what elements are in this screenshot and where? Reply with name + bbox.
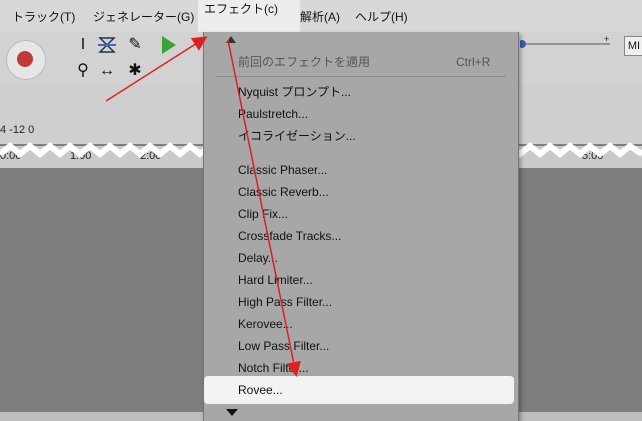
menu-item-low-pass-filter[interactable]: Low Pass Filter...: [238, 336, 329, 356]
menu-item-kerovee[interactable]: Kerovee...: [238, 314, 293, 334]
menu-item-equalization[interactable]: イコライゼーション...: [238, 126, 356, 146]
draw-tool-icon[interactable]: ✎: [124, 34, 146, 56]
play-icon[interactable]: [162, 36, 176, 54]
shortcut-label: Ctrl+R: [456, 55, 491, 69]
menu-item-crossfade-tracks[interactable]: Crossfade Tracks...: [238, 226, 341, 246]
timeshift-tool-icon[interactable]: ↔: [96, 60, 118, 82]
menu-scroll-up-icon[interactable]: [226, 36, 236, 43]
menu-scroll-down-icon[interactable]: [226, 409, 238, 416]
menu-item-high-pass-filter[interactable]: High Pass Filter...: [238, 292, 332, 312]
menu-track[interactable]: トラック(T): [12, 8, 75, 25]
menu-item-repeat-last-effect[interactable]: 前回のエフェクトを適用: [238, 52, 370, 72]
selection-tool-icon[interactable]: I: [72, 34, 94, 56]
envelope-tool-icon[interactable]: [96, 34, 118, 56]
menu-item-clip-fix[interactable]: Clip Fix...: [238, 204, 288, 224]
menu-item-classic-reverb[interactable]: Classic Reverb...: [238, 182, 329, 202]
meter-scale: 4 -12 0: [0, 124, 35, 136]
menu-item-rovee[interactable]: Rovee...: [238, 380, 283, 400]
menu-item-notch-filter[interactable]: Notch Filter...: [238, 358, 309, 378]
menu-separator: [216, 76, 506, 77]
menu-item-classic-phaser[interactable]: Classic Phaser...: [238, 160, 327, 180]
record-icon: [17, 51, 33, 67]
zoom-tool-icon[interactable]: ⚲: [72, 60, 94, 82]
menu-effect[interactable]: エフェクト(c): [204, 0, 278, 17]
mic-button[interactable]: MI: [624, 36, 642, 56]
menu-analyze[interactable]: 解析(A): [300, 8, 340, 25]
menu-generator[interactable]: ジェネレーター(G): [93, 8, 194, 25]
menu-help[interactable]: ヘルプ(H): [355, 8, 408, 25]
menu-item-paulstretch[interactable]: Paulstretch...: [238, 104, 308, 124]
multi-tool-icon[interactable]: ✱: [124, 60, 146, 82]
volume-slider[interactable]: +: [518, 34, 616, 48]
svg-text:+: +: [604, 36, 609, 44]
menu-item-delay[interactable]: Delay...: [238, 248, 278, 268]
menu-item-nyquist[interactable]: Nyquist プロンプト...: [238, 82, 351, 102]
menu-item-hard-limiter[interactable]: Hard Limiter...: [238, 270, 313, 290]
